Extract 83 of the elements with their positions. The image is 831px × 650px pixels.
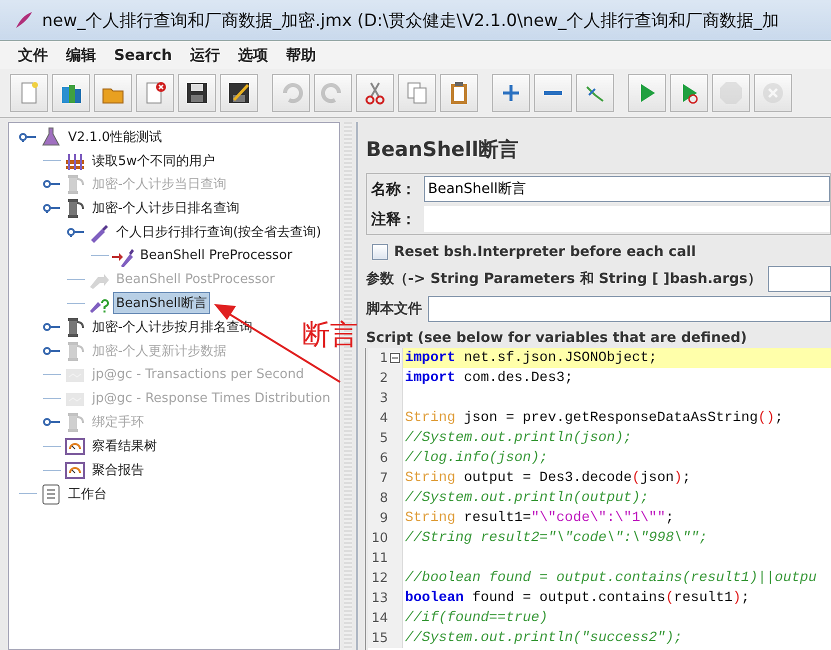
save-button[interactable]	[178, 74, 216, 112]
name-field[interactable]: BeanShell断言	[424, 176, 830, 202]
tree-item[interactable]: 个人日步行排行查询(按全省去查询)	[113, 221, 324, 244]
cut-button[interactable]	[356, 74, 394, 112]
line-number: 1	[380, 350, 388, 366]
close-file-button[interactable]	[136, 74, 174, 112]
line-number: 10	[371, 530, 388, 546]
feather-icon	[14, 10, 34, 30]
code-line: //log.info(json);	[404, 449, 549, 468]
gauge-icon	[64, 459, 86, 482]
code-line: import com.des.Des3;	[404, 369, 574, 388]
line-number: 11	[371, 550, 388, 566]
script-file-field[interactable]	[428, 296, 831, 322]
fold-icon[interactable]	[390, 353, 400, 363]
code-line: //System.out.println(json);	[404, 429, 633, 448]
line-number: 12	[371, 570, 388, 586]
line-number: 9	[380, 510, 388, 526]
play-no-button[interactable]	[670, 74, 708, 112]
menu-item[interactable]: 帮助	[278, 44, 324, 66]
save-edit-button[interactable]	[220, 74, 258, 112]
code-line: String json = prev.getResponseDataAsString();	[404, 409, 784, 428]
code-line: //String result2="\"code\":\"998\"";	[404, 529, 708, 548]
flask-icon	[40, 126, 62, 148]
line-number: 6	[380, 450, 388, 466]
line-number: 3	[380, 390, 388, 406]
tree-item[interactable]: 读取5w个不同的用户	[89, 150, 218, 172]
tree-handle-icon[interactable]	[43, 203, 61, 214]
clipboard-icon	[40, 482, 62, 505]
stop-icon	[717, 79, 745, 107]
tree-item[interactable]: 聚合报告	[89, 459, 147, 482]
window-title: new_个人排行查询和厂商数据_加密.jmx (D:\贯众健走\V2.1.0\new_个人排行查询和厂商数据_加	[42, 10, 779, 32]
tree-handle-icon[interactable]	[43, 322, 61, 332]
tree-item[interactable]: 加密-个人计步日排名查询	[89, 197, 243, 220]
line-number: 2	[380, 370, 388, 386]
line-number: 15	[371, 630, 388, 646]
toggle-button[interactable]	[576, 74, 614, 112]
panel-title: BeanShell断言	[366, 136, 520, 163]
menu-item[interactable]: 运行	[182, 44, 228, 66]
annotation-text: 断言	[302, 317, 358, 353]
code-editor[interactable]	[366, 348, 831, 650]
field-label: 名称：	[371, 180, 416, 198]
line-number: 14	[371, 610, 388, 626]
parameters-field[interactable]	[768, 266, 831, 292]
field-label: 参数（-> String Parameters 和 String [ ]bash.args）	[366, 270, 762, 288]
comment-field[interactable]	[424, 206, 830, 232]
folder-button[interactable]	[94, 74, 132, 112]
tree-item[interactable]: V2.1.0性能测试	[65, 126, 165, 148]
tree-item[interactable]: BeanShell PreProcessor	[137, 246, 296, 266]
line-number: 8	[380, 490, 388, 506]
tree-item[interactable]: 察看结果树	[89, 435, 160, 458]
gauge-icon	[64, 435, 86, 458]
paste-button[interactable]	[440, 74, 478, 112]
code-line: boolean found = output.contains(result1);	[404, 589, 750, 608]
line-number: 7	[380, 470, 388, 486]
field-label: 脚本文件	[366, 300, 422, 318]
line-number: 4	[380, 410, 388, 426]
minus-icon	[544, 90, 562, 96]
tree-item[interactable]: BeanShell断言	[113, 292, 210, 314]
new-file-button[interactable]	[10, 74, 48, 112]
code-line: //if(found==true)	[404, 609, 549, 628]
line-number: 5	[380, 430, 388, 446]
menu-item[interactable]: Search	[106, 44, 180, 66]
code-line: String output = Des3.decode(json);	[404, 469, 692, 488]
copy-button[interactable]	[398, 74, 436, 112]
code-line: //boolean found = output.contains(result1)||outpu	[404, 569, 818, 588]
tree-item[interactable]: 工作台	[65, 482, 110, 505]
menu-item[interactable]: 文件	[10, 44, 56, 66]
play-button[interactable]	[628, 74, 666, 112]
code-line: String result1="\"code\":\"1\"";	[404, 509, 675, 528]
menu-item[interactable]: 选项	[230, 44, 276, 66]
code-line: //System.out.println("success2");	[404, 629, 684, 648]
checkbox-label: Reset bsh.Interpreter before each call	[394, 244, 696, 260]
checkbox[interactable]	[372, 244, 388, 260]
menu-item[interactable]: 编辑	[58, 44, 104, 66]
tree-handle-icon[interactable]	[67, 227, 85, 238]
minus-button[interactable]	[534, 74, 572, 112]
field-label: 注释：	[371, 210, 416, 228]
script-label: Script (see below for variables that are defined)	[366, 330, 748, 346]
plus-button[interactable]	[492, 74, 530, 112]
books-button[interactable]	[52, 74, 90, 112]
code-line: //System.out.println(output);	[404, 489, 650, 508]
tree-handle-icon[interactable]	[19, 132, 37, 142]
line-number: 13	[371, 590, 388, 606]
